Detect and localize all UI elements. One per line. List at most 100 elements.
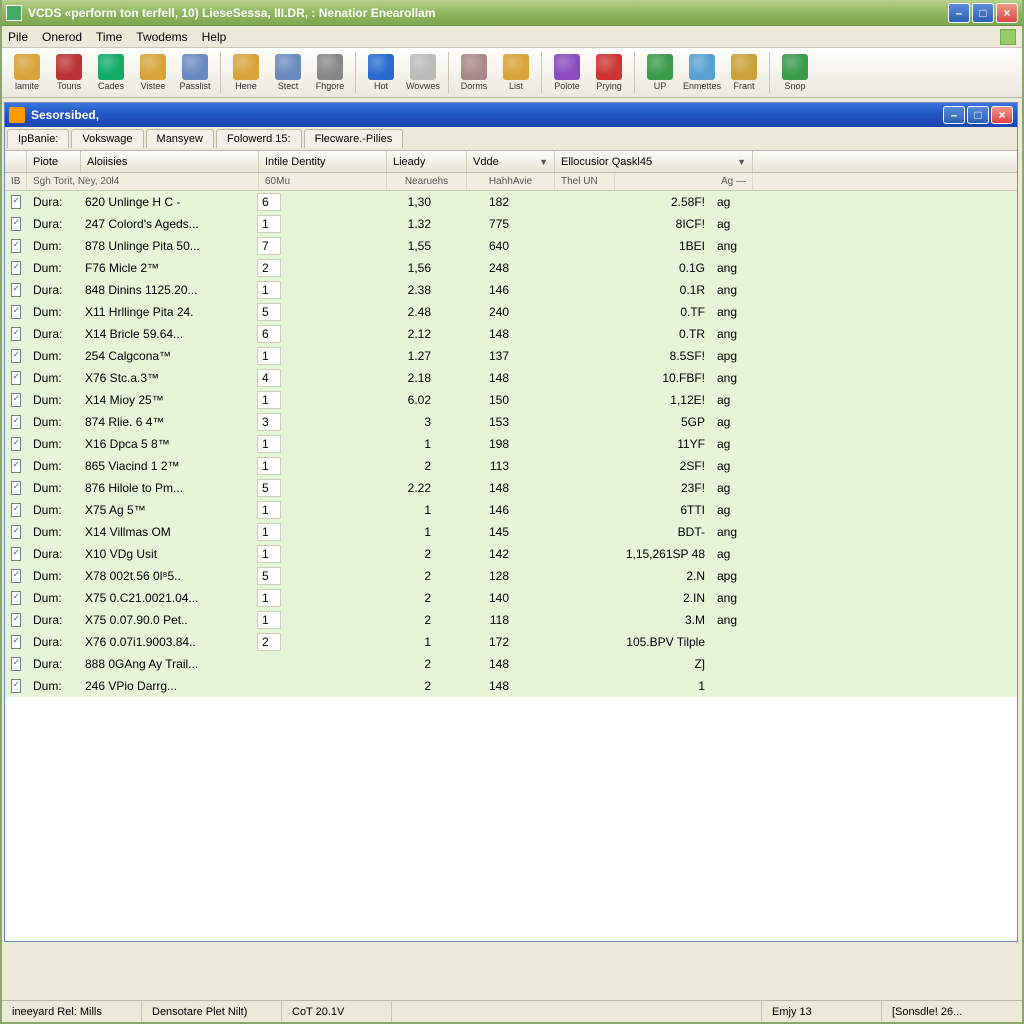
table-row[interactable]: Dura:247 Colord's Ageds...11.327758ICF!a… [5,213,1017,235]
table-row[interactable]: Dura:X10 VDg Usit121421,15,261SP 48ag [5,543,1017,565]
number-input[interactable]: 1 [257,523,281,541]
toolbar-button[interactable]: Stect [269,52,307,93]
child-close-button[interactable]: × [991,106,1013,124]
table-row[interactable]: Dura:620 Unlinge H C -61,301822.58F!ag [5,191,1017,213]
toolbar-button[interactable]: Dorms [455,52,493,93]
table-row[interactable]: Dura:848 Dinins 1125.20...12.381460.1Ran… [5,279,1017,301]
row-checkbox[interactable] [11,349,21,363]
menu-item[interactable]: Twodems [136,30,187,44]
dropdown-icon[interactable]: ▼ [539,157,548,167]
toolbar-button[interactable]: lamite [8,52,46,93]
toolbar-button[interactable]: Hot [362,52,400,93]
number-input[interactable]: 5 [257,567,281,585]
toolbar-button[interactable]: Wovwes [404,52,442,93]
table-row[interactable]: Dum:254 Calgcona™11.271378.5SF!apg [5,345,1017,367]
toolbar-button[interactable]: Polote [548,52,586,93]
table-row[interactable]: Dum:865 Viacind 1 2™121132SF!ag [5,455,1017,477]
tab[interactable]: IpBanie: [7,129,69,148]
table-row[interactable]: Dum:876 Hilole to Pm...52.2214823F!ag [5,477,1017,499]
number-input[interactable]: 5 [257,303,281,321]
number-input[interactable]: 1 [257,611,281,629]
row-checkbox[interactable] [11,525,21,539]
table-row[interactable]: Dum:X14 Mioy 25™16.021501,12E!ag [5,389,1017,411]
table-row[interactable]: Dura:X75 0.07.90.0 Pet..121183.Mang [5,609,1017,631]
table-row[interactable]: Dum:X75 0.C21.0021.04...121402.INang [5,587,1017,609]
menu-item[interactable]: Time [96,30,122,44]
number-input[interactable]: 5 [257,479,281,497]
row-checkbox[interactable] [11,503,21,517]
menu-item[interactable]: Onerod [42,30,82,44]
row-checkbox[interactable] [11,459,21,473]
close-button[interactable]: × [996,3,1018,23]
number-input[interactable]: 1 [257,457,281,475]
table-row[interactable]: Dum:X78 002t.56 0l⁸5..521282.Napg [5,565,1017,587]
column-header[interactable]: Intile Dentity [259,151,387,172]
column-header[interactable]: Lieady [387,151,467,172]
toolbar-button[interactable]: Passlist [176,52,214,93]
row-checkbox[interactable] [11,327,21,341]
row-checkbox[interactable] [11,195,21,209]
table-row[interactable]: Dum:X75 Ag 5™111466TTIag [5,499,1017,521]
table-row[interactable]: Dum:X14 Villmas OM11145BDT-ang [5,521,1017,543]
row-checkbox[interactable] [11,261,21,275]
row-checkbox[interactable] [11,657,21,671]
tab[interactable]: Folowerd 15: [216,129,302,148]
number-input[interactable]: 6 [257,325,281,343]
row-checkbox[interactable] [11,679,21,693]
row-checkbox[interactable] [11,371,21,385]
toolbar-button[interactable]: Frant [725,52,763,93]
table-row[interactable]: Dum:X16 Dpca 5 8™1119811YFag [5,433,1017,455]
minimize-button[interactable]: – [948,3,970,23]
number-input[interactable]: 4 [257,369,281,387]
row-checkbox[interactable] [11,481,21,495]
row-checkbox[interactable] [11,569,21,583]
tab[interactable]: Flecware.-Pilies [304,129,404,148]
toolbar-button[interactable]: Fhgore [311,52,349,93]
menu-item[interactable]: Help [202,30,227,44]
table-row[interactable]: Dura:888 0GAng Ay Trail...2148Z] [5,653,1017,675]
number-input[interactable]: 1 [257,589,281,607]
column-header-checkbox[interactable] [5,151,27,172]
number-input[interactable]: 1 [257,545,281,563]
table-row[interactable]: Dum:246 VPio Darrg...21481 [5,675,1017,697]
row-checkbox[interactable] [11,591,21,605]
number-input[interactable]: 6 [257,193,281,211]
menu-item[interactable]: Pile [8,30,28,44]
toolbar-button[interactable]: Vistee [134,52,172,93]
table-row[interactable]: Dum:X76 Stc.a.3™42.1814810.FBF!ang [5,367,1017,389]
row-checkbox[interactable] [11,415,21,429]
row-checkbox[interactable] [11,613,21,627]
toolbar-button[interactable]: Hene [227,52,265,93]
number-input[interactable]: 3 [257,413,281,431]
column-header[interactable]: Aloiisies [81,151,259,172]
toolbar-button[interactable]: Cades [92,52,130,93]
tab[interactable]: Vokswage [71,129,143,148]
row-checkbox[interactable] [11,437,21,451]
number-input[interactable]: 1 [257,347,281,365]
tab[interactable]: Mansyew [146,129,214,148]
column-header[interactable]: Vdde▼ [467,151,555,172]
row-checkbox[interactable] [11,393,21,407]
number-input[interactable]: 2 [257,259,281,277]
column-header[interactable]: Ellocusior Qaskl45▼ [555,151,753,172]
dropdown-icon[interactable]: ▼ [737,157,746,167]
row-checkbox[interactable] [11,283,21,297]
table-row[interactable]: Dum:F76 Micle 2™21,562480.1Gang [5,257,1017,279]
child-maximize-button[interactable]: □ [967,106,989,124]
toolbar-button[interactable]: Touns [50,52,88,93]
number-input[interactable]: 7 [257,237,281,255]
child-minimize-button[interactable]: – [943,106,965,124]
number-input[interactable]: 1 [257,435,281,453]
toolbar-button[interactable]: UP [641,52,679,93]
row-checkbox[interactable] [11,635,21,649]
table-row[interactable]: Dum:878 Unlinge Pita 50...71,556401BEIan… [5,235,1017,257]
row-checkbox[interactable] [11,547,21,561]
row-checkbox[interactable] [11,217,21,231]
number-input[interactable]: 1 [257,391,281,409]
number-input[interactable]: 1 [257,215,281,233]
row-checkbox[interactable] [11,305,21,319]
table-row[interactable]: Dum:X11 Hrllinge Pita 24.52.482400.TFang [5,301,1017,323]
table-row[interactable]: Dura:X76 0.07i1.9003.84..21172105.BPV Ti… [5,631,1017,653]
number-input[interactable]: 2 [257,633,281,651]
toolbar-button[interactable]: Prying [590,52,628,93]
